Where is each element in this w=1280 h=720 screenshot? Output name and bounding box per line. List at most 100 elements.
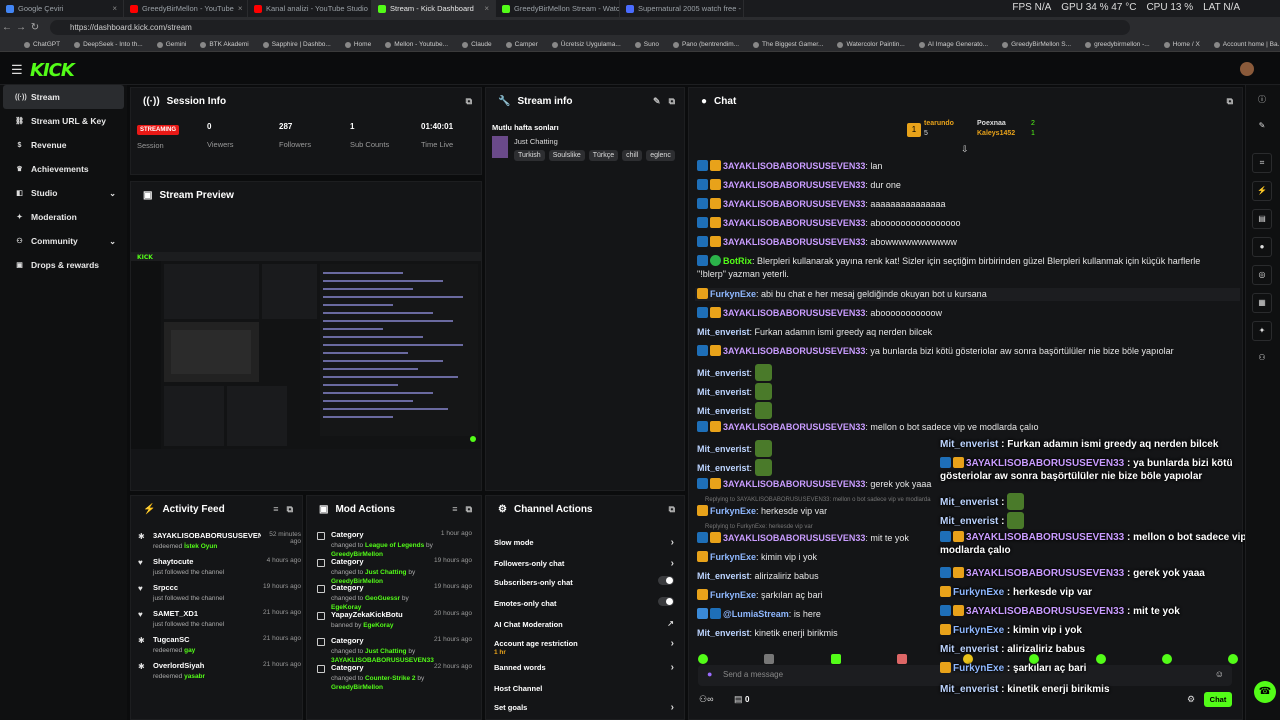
people-icon[interactable]: ⚇ (1252, 349, 1272, 369)
chevron-right-icon[interactable]: › (671, 662, 674, 673)
bookmark-item[interactable]: greedybirmellon -... (1085, 41, 1150, 48)
popout-icon[interactable]: ⧉ (287, 504, 293, 515)
activity-user[interactable]: 3AYAKLISOBABORUSUSEVEN33 (141, 531, 261, 540)
bookmark-item[interactable]: Camper (505, 41, 538, 48)
chevron-right-icon[interactable]: › (671, 702, 674, 713)
browser-tab[interactable]: Stream - Kick Dashboard × (372, 0, 496, 17)
sidebar-item-achievements[interactable]: ♛ Achievements (3, 157, 124, 181)
filter-icon[interactable]: ≡ (273, 504, 278, 515)
browser-tab[interactable]: GreedyBirMellon - YouTube × (124, 0, 248, 17)
bookmark-item[interactable]: Ücretsiz Uygulama... (551, 41, 621, 48)
sidebar-item-revenue[interactable]: $ Revenue (3, 133, 124, 157)
chat-username[interactable]: 3AYAKLISOBABORUSUSEVEN33 (723, 308, 865, 318)
bookmark-item[interactable]: Pano (bentrendim... (672, 41, 739, 48)
activity-user[interactable]: TugcanSC (141, 635, 261, 644)
support-chat-icon[interactable]: ☎ (1254, 681, 1276, 703)
chat-username[interactable]: FurkynExe (710, 289, 756, 299)
bookmark-item[interactable]: Claude (462, 41, 492, 48)
channel-action-ai-chat-moderation[interactable]: AI Chat Moderation ↗ (494, 619, 674, 629)
activity-user[interactable]: Shaytocute (141, 557, 261, 566)
chat-username[interactable]: Mit_enverist (697, 463, 750, 473)
chat-username[interactable]: 3AYAKLISOBABORUSUSEVEN33 (723, 422, 865, 432)
close-icon[interactable]: × (238, 4, 243, 13)
chat-username[interactable]: Mit_enverist (697, 628, 750, 638)
tag-chip[interactable]: Turkish (514, 150, 545, 161)
sidebar-item-drops-rewards[interactable]: ▣ Drops & rewards (3, 253, 124, 277)
channel-action-set-goals[interactable]: Set goals › (494, 702, 674, 713)
emote-icon[interactable] (830, 654, 841, 664)
popout-icon[interactable]: ⧉ (466, 504, 472, 515)
mod-action-user[interactable]: GreedyBirMellon (331, 684, 383, 691)
channel-action-host-channel[interactable]: Host Channel (494, 684, 674, 693)
toggle-switch[interactable] (658, 576, 674, 585)
chat-username[interactable]: Mit_enverist (697, 444, 750, 454)
bookmark-item[interactable]: Sapphire | Dashbo... (262, 41, 331, 48)
bookmark-item[interactable]: ChatGPT (24, 41, 60, 48)
popout-icon[interactable]: ⧉ (669, 504, 675, 515)
chat-username[interactable]: 3AYAKLISOBABORUSUSEVEN33 (723, 479, 865, 489)
forward-icon[interactable]: → (14, 22, 28, 33)
sidebar-item-studio[interactable]: ◧ Studio ⌄ (3, 181, 124, 205)
back-icon[interactable]: ← (0, 22, 14, 33)
popout-icon[interactable]: ⧉ (669, 96, 675, 107)
chat-icon[interactable]: ● (1252, 237, 1272, 257)
preview-video[interactable]: KICK (131, 252, 481, 449)
bookmark-item[interactable]: Account home | Ba... (1213, 41, 1280, 48)
sidebar-item-stream-url-key[interactable]: ⛓ Stream URL & Key (3, 109, 124, 133)
toggle-switch[interactable] (658, 597, 674, 606)
activity-user[interactable]: OverlordSiyah (141, 661, 261, 670)
info-icon[interactable]: ⓘ (1252, 91, 1272, 111)
chat-username[interactable]: 3AYAKLISOBABORUSUSEVEN33 (723, 180, 865, 190)
chat-username[interactable]: 3AYAKLISOBABORUSUSEVEN33 (723, 218, 865, 228)
chevron-right-icon[interactable]: › (671, 537, 674, 548)
kick-logo[interactable]: KICK (30, 60, 75, 81)
browser-tab[interactable]: Google Çeviri × (0, 0, 124, 17)
address-bar[interactable]: https://dashboard.kick.com/stream (50, 20, 1130, 35)
browser-tab[interactable]: GreedyBirMellon Stream - Watch× (496, 0, 620, 17)
activity-user[interactable]: SAMET_XD1 (141, 609, 261, 618)
chat-username[interactable]: 3AYAKLISOBABORUSUSEVEN33 (723, 346, 865, 356)
chat-username[interactable]: Mit_enverist (697, 368, 750, 378)
pin-icon[interactable]: ⇩ (961, 144, 969, 155)
external-link-icon[interactable]: ↗ (667, 619, 674, 628)
bookmark-item[interactable]: BTK Akademi (200, 41, 249, 48)
document-icon[interactable]: ▤ (1252, 209, 1272, 229)
crop-icon[interactable]: ⌗ (1252, 153, 1272, 173)
close-icon[interactable]: × (484, 4, 489, 13)
hamburger-menu-icon[interactable]: ☰ (11, 62, 23, 78)
chat-username[interactable]: FurkynExe (710, 590, 756, 600)
chat-username[interactable]: BotRix (723, 256, 752, 266)
sidebar-item-community[interactable]: ⚇ Community ⌄ (3, 229, 124, 253)
popout-icon[interactable]: ⧉ (466, 96, 472, 107)
filter-icon[interactable]: ≡ (452, 504, 457, 515)
tag-chip[interactable]: Türkçe (588, 150, 619, 161)
bolt-icon[interactable]: ⚡ (1252, 181, 1272, 201)
chat-username[interactable]: Mit_enverist (697, 387, 750, 397)
avatar[interactable] (1240, 62, 1254, 76)
chat-username[interactable]: FurkynExe (710, 506, 756, 516)
chat-username[interactable]: FurkynExe (710, 552, 756, 562)
chevron-right-icon[interactable]: › (671, 558, 674, 569)
chat-username[interactable]: @LumiaStream (723, 609, 789, 619)
chat-username[interactable]: 3AYAKLISOBABORUSUSEVEN33 (723, 199, 865, 209)
emote-icon[interactable] (764, 654, 775, 664)
bookmark-item[interactable]: Suno (634, 41, 659, 48)
bookmark-item[interactable]: Home / X (1163, 41, 1200, 48)
grid-icon[interactable]: ▦ (1252, 293, 1272, 313)
close-icon[interactable]: × (112, 4, 117, 13)
chevron-down-icon[interactable]: ⌄ (109, 189, 116, 198)
bookmark-item[interactable]: DeepSeek - Into th... (74, 41, 143, 48)
chat-username[interactable]: 3AYAKLISOBABORUSUSEVEN33 (723, 237, 865, 247)
edit-icon[interactable]: ✎ (653, 96, 661, 107)
channel-action-followers-only-chat[interactable]: Followers-only chat › (494, 558, 674, 569)
bookmark-item[interactable]: Home (344, 41, 371, 48)
users-icon[interactable]: ⚇∞ (699, 694, 713, 705)
sidebar-item-moderation[interactable]: ✦ Moderation (3, 205, 124, 229)
chat-username[interactable]: Mit_enverist (697, 571, 750, 581)
emote-icon[interactable] (698, 654, 708, 664)
chat-username[interactable]: Mit_enverist (697, 327, 750, 337)
chevron-down-icon[interactable]: ⌄ (109, 237, 116, 246)
activity-user[interactable]: Srpccc (141, 583, 261, 592)
bookmark-item[interactable]: Gemini (156, 41, 186, 48)
channel-action-emotes-only-chat[interactable]: Emotes-only chat (494, 597, 674, 608)
